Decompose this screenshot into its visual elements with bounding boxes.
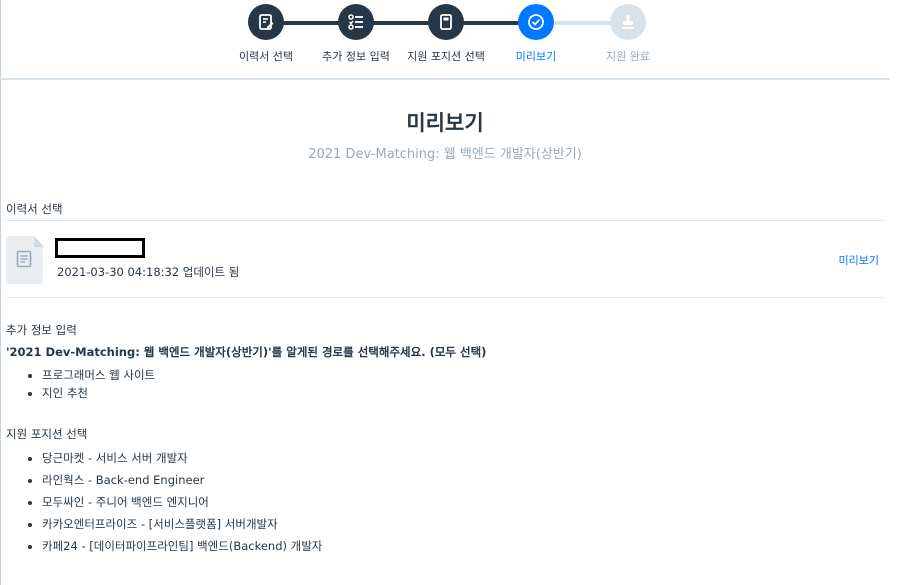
extra-info-section-heading: 추가 정보 입력: [6, 323, 77, 337]
resume-preview-link[interactable]: 미리보기: [839, 252, 879, 268]
list-item: 프로그래머스 웹 사이트: [42, 366, 155, 384]
check-circle-icon: [518, 4, 554, 40]
checklist-icon: [338, 4, 374, 40]
positions-section-heading: 지원 포지션 선택: [6, 427, 88, 441]
list-item: 카카오엔터프라이즈 - [서비스플랫폼] 서버개발자: [42, 513, 322, 535]
page-subtitle: 2021 Dev-Matching: 웹 백엔드 개발자(상반기): [308, 147, 582, 162]
resume-section-heading: 이력서 선택: [6, 202, 63, 216]
position-list: 당근마켓 - 서비스 서버 개발자 라인웍스 - Back-end Engine…: [24, 447, 322, 557]
document-edit-icon: [248, 4, 284, 40]
progress-stepper: 이력서 선택 추가 정보 입력 지원 포지션 선택 미리보기 지원 완료: [0, 0, 890, 80]
referral-answer-list: 프로그래머스 웹 사이트 지인 추천: [24, 366, 155, 402]
step-label: 지원 완료: [606, 50, 650, 63]
list-item: 라인웍스 - Back-end Engineer: [42, 469, 322, 491]
document-lines-icon: [16, 250, 32, 268]
referral-question: '2021 Dev-Matching: 웹 백엔드 개발자(상반기)'를 알게된…: [6, 345, 487, 359]
list-item: 카페24 - [데이터파이프라인팀] 백엔드(Backend) 개발자: [42, 535, 322, 557]
divider: [6, 220, 885, 221]
resume-updated-time: 2021-03-30 04:18:32 업데이트 됨: [57, 265, 240, 279]
page-title: 미리보기: [406, 111, 484, 135]
book-icon: [428, 4, 464, 40]
list-item: 지인 추천: [42, 384, 155, 402]
step-complete: 지원 완료: [573, 4, 683, 64]
stamp-icon: [610, 4, 646, 40]
redacted-resume-title: [55, 238, 145, 258]
divider: [6, 297, 885, 298]
list-item: 당근마켓 - 서비스 서버 개발자: [42, 447, 322, 469]
list-item: 모두싸인 - 주니어 백엔드 엔지니어: [42, 491, 322, 513]
